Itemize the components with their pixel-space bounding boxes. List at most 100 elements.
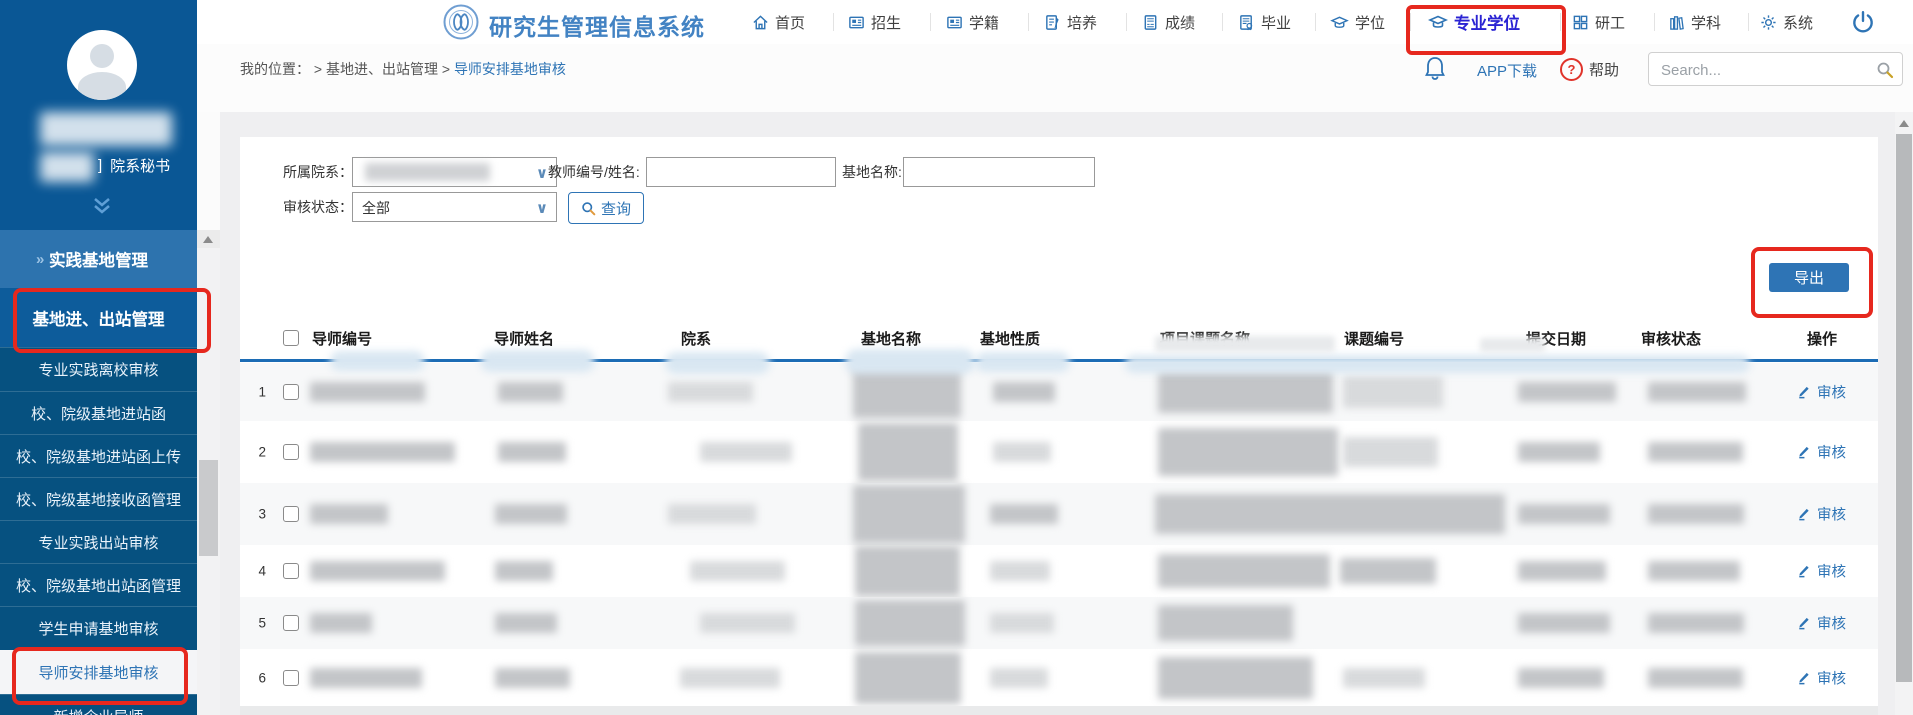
card-icon (946, 14, 963, 31)
col-base-name: 基地名称 (861, 328, 921, 349)
col-base-type: 基地性质 (980, 328, 1040, 349)
bell-icon[interactable] (1423, 55, 1447, 81)
app-window: 研究生管理信息系统 首页 招生 学籍 培养 成绩 毕业 学位 专业学位 研 (0, 0, 1913, 715)
grad-cap-icon (1428, 13, 1448, 31)
row-number: 3 (248, 507, 266, 522)
sidebar-item-entry-letter[interactable]: 校、院级基地进站函 (0, 391, 197, 434)
chevron-down-icon: ⌄ (48, 309, 61, 327)
row-number: 6 (248, 671, 266, 686)
grad-cap-icon (1330, 14, 1349, 31)
base-name-input[interactable] (903, 157, 1095, 187)
col-actions: 操作 (1807, 328, 1837, 349)
power-icon[interactable] (1850, 9, 1876, 35)
sidebar-item-leave-school-review[interactable]: 专业实践离校审核 (0, 347, 197, 391)
nav-divider (1315, 13, 1316, 31)
sidebar-scrollbar-thumb[interactable] (199, 460, 218, 556)
status-select[interactable]: 全部 ∨ (352, 192, 557, 222)
review-link[interactable]: 审核 (1796, 668, 1846, 689)
chevron-double-down-icon[interactable] (89, 196, 115, 216)
card-icon (848, 14, 865, 31)
edit-pencil-icon (1796, 445, 1811, 460)
table-row: 6 审核 (240, 649, 1878, 707)
nav-item-training[interactable]: 培养 (1044, 0, 1097, 44)
search-box (1648, 52, 1903, 86)
row-checkbox[interactable] (283, 563, 299, 579)
department-select[interactable]: ∨ (352, 157, 557, 187)
sidebar: ] 院系秘书 » 实践基地管理 ⌄ 基地进、出站管理 专业实践离校审核 校、院级… (0, 0, 197, 715)
row-checkbox[interactable] (283, 384, 299, 400)
redacted-user-name (40, 112, 172, 146)
nav-item-system[interactable]: 系统 (1760, 0, 1813, 44)
university-logo-icon (443, 4, 479, 40)
help-link[interactable]: ? 帮助 (1560, 58, 1619, 81)
nav-item-student-affairs[interactable]: 研工 (1572, 0, 1625, 44)
sidebar-item-student-apply-review[interactable]: 学生申请基地审核 (0, 606, 197, 650)
edit-pencil-icon (1796, 385, 1811, 400)
nav-divider (930, 13, 931, 31)
sidebar-item-exit-letter[interactable]: 校、院级基地出站函管理 (0, 563, 197, 606)
scroll-up-arrow[interactable] (1895, 115, 1913, 131)
redacted-overlay (1480, 338, 1545, 352)
nav-item-professional-degree[interactable]: 专业学位 (1428, 0, 1520, 44)
sidebar-group-practice-base[interactable]: » 实践基地管理 (0, 230, 197, 288)
sidebar-item-add-enterprise-mentor[interactable]: 新增企业导师 (0, 694, 197, 715)
redacted-user-unit (40, 152, 94, 182)
nav-divider (1748, 13, 1749, 31)
sidebar-item-acceptance-letter[interactable]: 校、院级基地接收函管理 (0, 477, 197, 520)
review-link[interactable]: 审核 (1796, 561, 1846, 582)
search-input[interactable] (1659, 56, 1873, 84)
review-link[interactable]: 审核 (1796, 382, 1846, 403)
search-icon (581, 201, 596, 216)
chevron-down-icon: ∨ (536, 164, 548, 182)
row-checkbox[interactable] (283, 615, 299, 631)
search-icon[interactable] (1876, 61, 1894, 79)
sidebar-group-base-in-out[interactable]: ⌄ 基地进、出站管理 (0, 288, 197, 347)
main-scrollbar-thumb[interactable] (1896, 134, 1912, 682)
department-label: 所属院系： (283, 157, 353, 187)
nav-item-discipline[interactable]: 学科 (1668, 0, 1721, 44)
row-checkbox[interactable] (283, 444, 299, 460)
breadcrumb-item-current: 导师安排基地审核 (454, 61, 566, 77)
row-number: 4 (248, 564, 266, 579)
table-row: 3 审核 (240, 483, 1878, 545)
query-button[interactable]: 查询 (568, 192, 644, 224)
row-checkbox[interactable] (283, 670, 299, 686)
nav-item-admission[interactable]: 招生 (848, 0, 901, 44)
col-project-id: 课题编号 (1344, 328, 1404, 349)
sidebar-item-entry-letter-upload[interactable]: 校、院级基地进站函上传 (0, 434, 197, 477)
table-row: 5 审核 (240, 597, 1878, 649)
review-link[interactable]: 审核 (1796, 442, 1846, 463)
nav-item-grades[interactable]: 成绩 (1142, 0, 1195, 44)
redacted-department-value (365, 163, 490, 181)
teacher-input[interactable] (646, 157, 836, 187)
nav-item-graduation[interactable]: 毕业 (1238, 0, 1291, 44)
horizontal-scrollbar[interactable] (240, 706, 1878, 715)
doc-badge-icon (1238, 14, 1255, 31)
nav-divider (1028, 13, 1029, 31)
doc-pencil-icon (1044, 14, 1061, 31)
review-link[interactable]: 审核 (1796, 504, 1846, 525)
nav-divider (1560, 13, 1561, 31)
breadcrumb: 我的位置： > 基地进、出站管理 > 导师安排基地审核 (240, 59, 566, 79)
row-number: 1 (248, 385, 266, 400)
nav-item-degree[interactable]: 学位 (1330, 0, 1385, 44)
user-role: ] 院系秘书 (98, 155, 170, 176)
avatar[interactable] (67, 30, 137, 100)
review-link[interactable]: 审核 (1796, 613, 1846, 634)
doc-score-icon (1142, 14, 1159, 31)
app-download-link[interactable]: APP下载 (1477, 60, 1537, 81)
user-role-label: 院系秘书 (110, 155, 170, 176)
nav-divider (1410, 13, 1411, 31)
nav-divider (1222, 13, 1223, 31)
redacted-overlay (1155, 336, 1335, 352)
nav-item-home[interactable]: 首页 (752, 0, 805, 44)
sidebar-item-mentor-arrange-review[interactable]: 导师安排基地审核 (0, 650, 197, 694)
row-checkbox[interactable] (283, 506, 299, 522)
export-button[interactable]: 导出 (1769, 263, 1849, 292)
chevron-double-right-icon: » (36, 251, 44, 268)
select-all-checkbox[interactable] (283, 330, 299, 346)
sidebar-item-exit-review[interactable]: 专业实践出站审核 (0, 520, 197, 563)
scroll-up-arrow[interactable] (197, 230, 220, 248)
breadcrumb-item-parent[interactable]: 基地进、出站管理 (326, 61, 438, 77)
nav-item-status[interactable]: 学籍 (946, 0, 999, 44)
